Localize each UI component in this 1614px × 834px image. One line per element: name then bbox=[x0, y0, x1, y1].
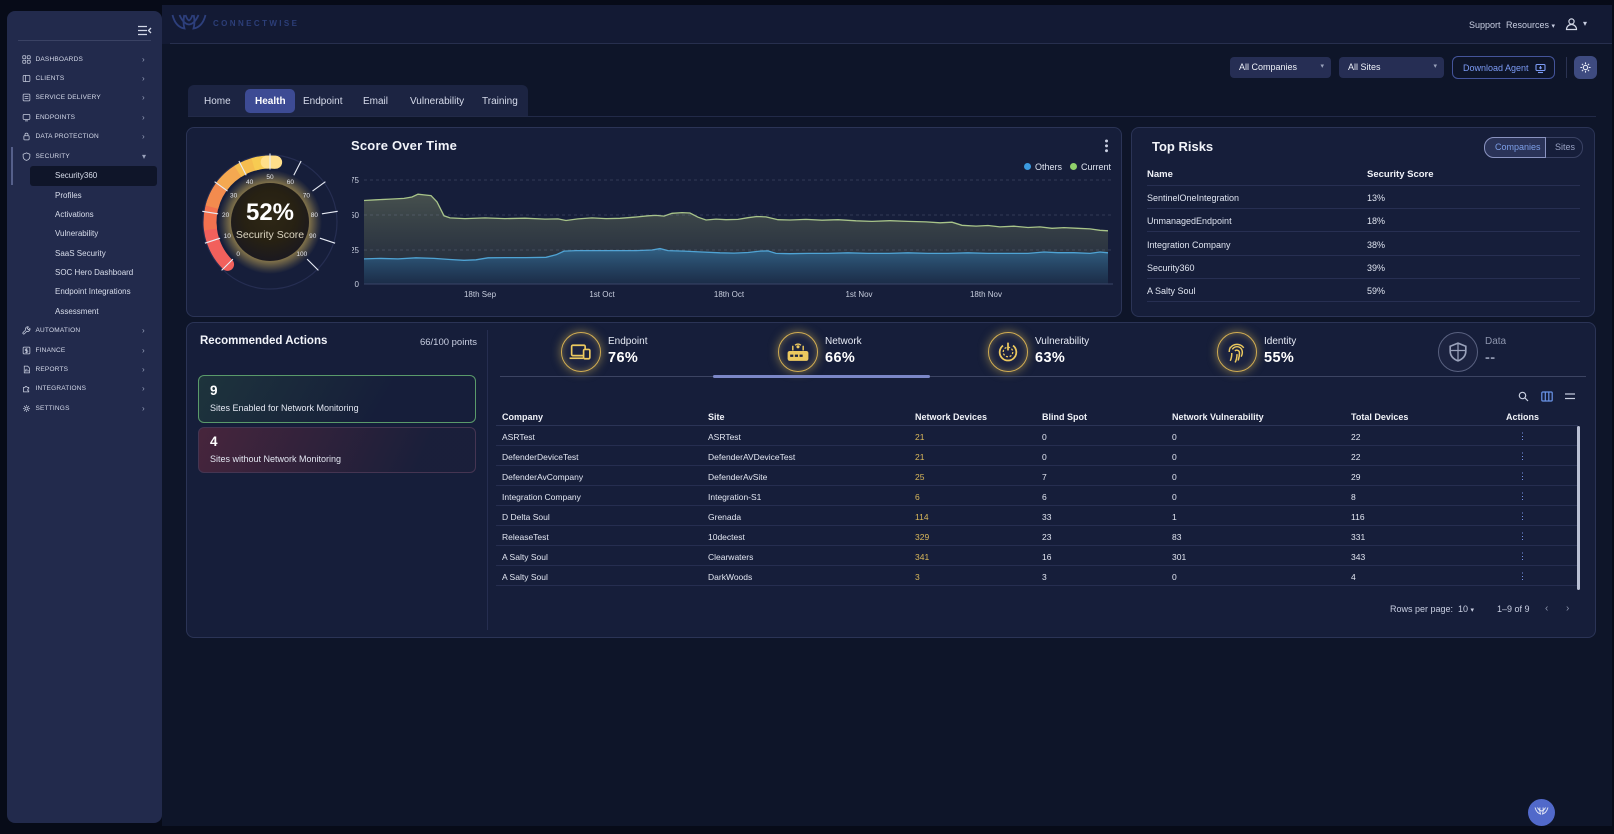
svg-text:1st Nov: 1st Nov bbox=[845, 290, 872, 299]
svg-text:50: 50 bbox=[266, 174, 274, 181]
svg-text:25: 25 bbox=[352, 246, 360, 255]
svg-text:18th Nov: 18th Nov bbox=[970, 290, 1002, 299]
svg-text:80: 80 bbox=[311, 212, 319, 219]
svg-text:18th Sep: 18th Sep bbox=[464, 290, 497, 299]
svg-text:0: 0 bbox=[236, 251, 240, 258]
svg-text:50: 50 bbox=[352, 211, 360, 220]
svg-text:10: 10 bbox=[224, 233, 232, 240]
svg-text:40: 40 bbox=[246, 179, 254, 186]
svg-text:100: 100 bbox=[296, 251, 307, 258]
svg-text:0: 0 bbox=[355, 280, 360, 289]
svg-text:52%: 52% bbox=[246, 199, 294, 226]
svg-text:30: 30 bbox=[230, 193, 238, 200]
svg-text:CONNECTWISE: CONNECTWISE bbox=[213, 19, 299, 28]
svg-text:Security Score: Security Score bbox=[236, 229, 304, 241]
svg-text:75: 75 bbox=[352, 176, 360, 185]
svg-text:18th Oct: 18th Oct bbox=[714, 290, 745, 299]
svg-text:60: 60 bbox=[287, 179, 295, 186]
svg-text:1st Oct: 1st Oct bbox=[589, 290, 615, 299]
svg-text:70: 70 bbox=[303, 193, 311, 200]
svg-text:90: 90 bbox=[309, 233, 317, 240]
svg-text:20: 20 bbox=[222, 212, 230, 219]
